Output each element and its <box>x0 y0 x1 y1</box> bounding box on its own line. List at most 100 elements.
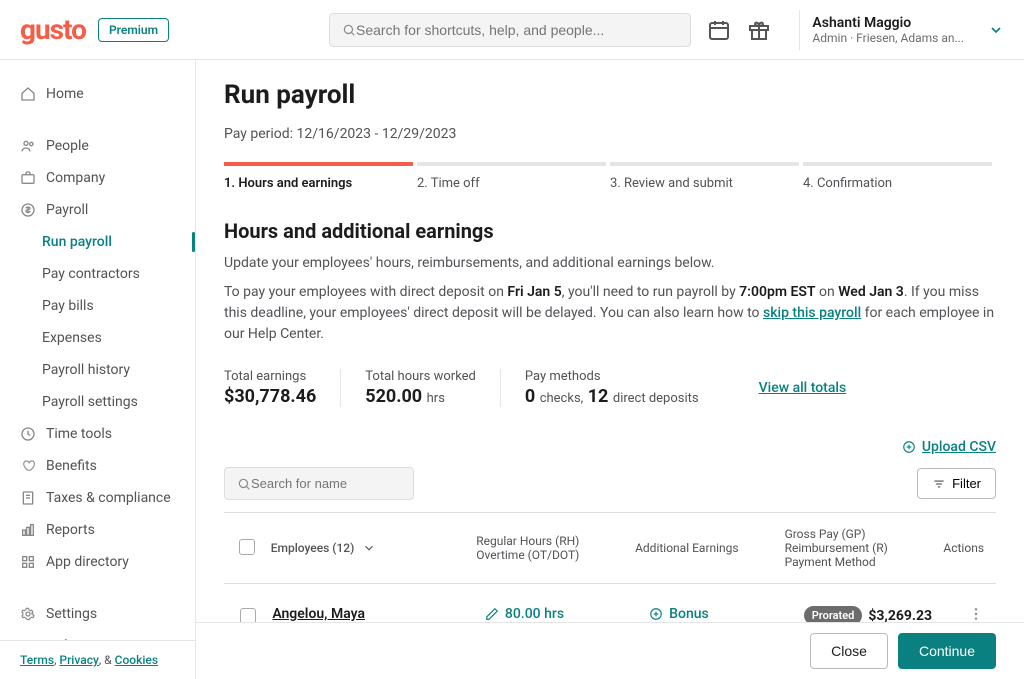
nav-label: Payroll <box>46 202 88 218</box>
nav-label: Settings <box>46 606 97 622</box>
pay-methods-value: 0 checks, 12 direct deposits <box>525 386 699 407</box>
step-hours[interactable]: 1. Hours and earnings <box>224 162 413 191</box>
nav-label: Run payroll <box>42 234 112 250</box>
filter-label: Filter <box>952 476 981 491</box>
footer-links: Terms, Privacy, & Cookies <box>0 640 195 679</box>
nav-payroll[interactable]: Payroll <box>0 194 195 226</box>
nav-label: Pay bills <box>42 298 94 314</box>
nav-label: Benefits <box>46 458 97 474</box>
calendar-icon[interactable] <box>707 18 731 42</box>
main-content: Run payroll Pay period: 12/16/2023 - 12/… <box>196 60 1024 679</box>
pay-period: Pay period: 12/16/2023 - 12/29/2023 <box>224 126 996 142</box>
global-search[interactable] <box>329 13 691 47</box>
heart-icon <box>20 458 36 474</box>
section-title: Hours and additional earnings <box>224 219 996 243</box>
sidebar: Home People Company Payroll Run payroll … <box>0 60 196 679</box>
nav-pay-bills[interactable]: Pay bills <box>0 290 195 322</box>
nav-label: Payroll history <box>42 362 130 378</box>
filter-button[interactable]: Filter <box>917 468 996 499</box>
nav-app-directory[interactable]: App directory <box>0 546 195 578</box>
page-title: Run payroll <box>224 80 996 110</box>
nav-settings[interactable]: Settings <box>0 598 195 630</box>
user-name: Ashanti Maggio <box>812 15 964 31</box>
nav-run-payroll[interactable]: Run payroll <box>0 226 195 258</box>
chart-icon <box>20 522 36 538</box>
nav-label: Home <box>46 86 84 102</box>
pay-methods-label: Pay methods <box>525 369 699 384</box>
terms-link[interactable]: Terms <box>20 653 54 667</box>
section-desc-1: Update your employees' hours, reimbursem… <box>224 253 996 274</box>
filter-icon <box>932 477 946 491</box>
total-earnings-label: Total earnings <box>224 369 316 384</box>
nav-home[interactable]: Home <box>0 78 195 110</box>
step-confirmation[interactable]: 4. Confirmation <box>803 162 992 191</box>
upload-csv-link[interactable]: Upload CSV <box>902 439 996 455</box>
col-gross: Gross Pay (GP) Reimbursement (R) Payment… <box>785 527 944 569</box>
nav-label: Company <box>46 170 105 186</box>
nav-label: Time tools <box>46 426 112 442</box>
gusto-logo: gusto <box>20 13 86 46</box>
search-icon <box>237 477 251 491</box>
plus-circle-icon <box>649 607 663 621</box>
user-menu[interactable]: Ashanti Maggio Admin · Friesen, Adams an… <box>812 15 1004 45</box>
col-actions: Actions <box>943 541 996 555</box>
nav-reports[interactable]: Reports <box>0 514 195 546</box>
nav-label: Expenses <box>42 330 102 346</box>
nav-label: Taxes & compliance <box>46 490 171 506</box>
gift-icon[interactable] <box>747 18 771 42</box>
total-hours-label: Total hours worked <box>365 369 476 384</box>
name-search[interactable] <box>224 467 414 500</box>
step-timeoff[interactable]: 2. Time off <box>417 162 606 191</box>
nav-payroll-settings[interactable]: Payroll settings <box>0 386 195 418</box>
close-button[interactable]: Close <box>810 633 888 669</box>
edit-hours[interactable]: 80.00 hrs <box>485 606 649 622</box>
privacy-link[interactable]: Privacy <box>59 653 98 667</box>
people-icon <box>20 138 36 154</box>
upload-csv-label: Upload CSV <box>922 439 996 455</box>
nav-payroll-history[interactable]: Payroll history <box>0 354 195 386</box>
chevron-down-icon <box>362 541 376 555</box>
skip-payroll-link[interactable]: skip this payroll <box>763 305 861 321</box>
pencil-icon <box>485 607 499 621</box>
nav-label: Reports <box>46 522 95 538</box>
nav-people[interactable]: People <box>0 130 195 162</box>
stepper: 1. Hours and earnings 2. Time off 3. Rev… <box>224 162 996 191</box>
nav-benefits[interactable]: Benefits <box>0 450 195 482</box>
col-hours: Regular Hours (RH) Overtime (OT/DOT) <box>476 534 635 562</box>
nav-label: Pay contractors <box>42 266 140 282</box>
col-additional: Additional Earnings <box>635 541 784 555</box>
nav-pay-contractors[interactable]: Pay contractors <box>0 258 195 290</box>
bottom-bar: Close Continue <box>196 622 1024 679</box>
dollar-icon <box>20 202 36 218</box>
add-bonus[interactable]: Bonus <box>649 606 804 622</box>
employee-name-link[interactable]: Angelou, Maya <box>272 606 485 622</box>
col-employees[interactable]: Employees (12) <box>271 541 477 555</box>
select-all-checkbox[interactable] <box>239 539 255 555</box>
step-review[interactable]: 3. Review and submit <box>610 162 799 191</box>
kebab-icon <box>968 606 984 622</box>
view-all-totals-link[interactable]: View all totals <box>759 380 847 396</box>
document-icon <box>20 490 36 506</box>
home-icon <box>20 86 36 102</box>
nav-company[interactable]: Company <box>0 162 195 194</box>
premium-badge[interactable]: Premium <box>98 18 169 42</box>
cookies-link[interactable]: Cookies <box>115 653 158 667</box>
nav-label: People <box>46 138 89 154</box>
nav-taxes[interactable]: Taxes & compliance <box>0 482 195 514</box>
name-search-input[interactable] <box>251 476 427 491</box>
total-earnings-value: $30,778.46 <box>224 386 316 407</box>
briefcase-icon <box>20 170 36 186</box>
gear-icon <box>20 606 36 622</box>
plus-circle-icon <box>902 440 916 454</box>
nav-label: Payroll settings <box>42 394 138 410</box>
continue-button[interactable]: Continue <box>898 633 996 669</box>
global-search-input[interactable] <box>356 22 678 38</box>
nav-expenses[interactable]: Expenses <box>0 322 195 354</box>
nav-label: App directory <box>46 554 129 570</box>
section-desc-2: To pay your employees with direct deposi… <box>224 282 996 345</box>
summary-row: Total earnings $30,778.46 Total hours wo… <box>224 369 996 407</box>
user-role: Admin · Friesen, Adams an... <box>812 31 964 45</box>
total-hours-value: 520.00 hrs <box>365 386 476 407</box>
grid-icon <box>20 554 36 570</box>
nav-time-tools[interactable]: Time tools <box>0 418 195 450</box>
